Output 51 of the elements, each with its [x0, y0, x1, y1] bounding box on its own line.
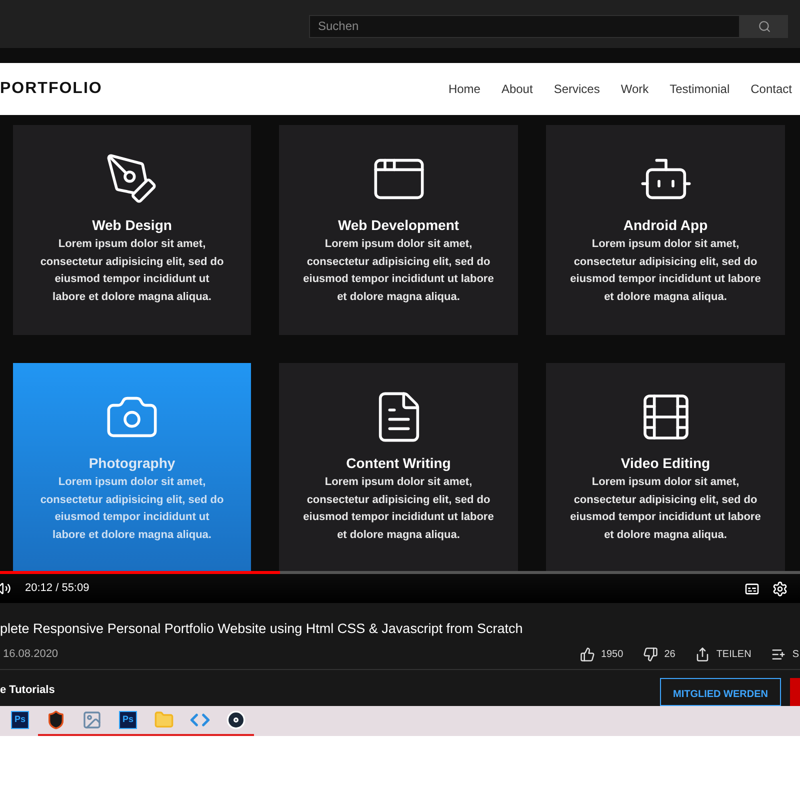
- service-description: Lorem ipsum dolor sit amet, consectetur adipisicing elit, sed do eiusmod tempor incididunt ut labore et dolore magna aliqua.: [303, 475, 494, 542]
- service-title: Web Design: [92, 216, 172, 235]
- service-title: Video Editing: [620, 454, 710, 473]
- service-card[interactable]: Web Development Lorem ipsum dolor sit amet, consectetur adipisicing elit, sed do eiusmod tempor incididunt ut labore et dolore magna aliqua.: [279, 125, 518, 335]
- service-title: Android App: [623, 216, 708, 235]
- save-button[interactable]: S: [771, 646, 799, 662]
- progress-track[interactable]: [0, 571, 800, 574]
- subtitles-icon[interactable]: [744, 580, 760, 596]
- nav-link[interactable]: Services: [554, 80, 600, 98]
- nav-link[interactable]: Testimonial: [670, 80, 730, 98]
- taskbar-app[interactable]: Ps: [2, 706, 38, 736]
- share-button[interactable]: TEILEN: [695, 646, 752, 662]
- service-description: Lorem ipsum dolor sit amet, consectetur adipisicing elit, sed do eiusmod tempor incididunt ut labore et dolore magna aliqua.: [39, 237, 225, 304]
- service-title: Content Writing: [346, 454, 451, 473]
- search-button[interactable]: [740, 14, 788, 38]
- nav-link[interactable]: About: [501, 80, 533, 98]
- dislike-button[interactable]: 26: [643, 646, 676, 662]
- volume-icon[interactable]: [0, 581, 11, 596]
- share-icon: [695, 646, 710, 662]
- thumbs-down-icon: [643, 646, 658, 662]
- nav-link[interactable]: Contact: [750, 80, 792, 98]
- channel-name: e Tutorials: [0, 683, 55, 698]
- service-description: Lorem ipsum dolor sit amet, consectetur adipisicing elit, sed do eiusmod tempor incididunt ut labore et dolore magna aliqua.: [570, 237, 761, 304]
- service-card[interactable]: Content Writing Lorem ipsum dolor sit amet, consectetur adipisicing elit, sed do eiusmod tempor incididunt ut labore et dolore magna aliqua.: [279, 363, 518, 573]
- service-card[interactable]: Android App Lorem ipsum dolor sit amet, consectetur adipisicing elit, sed do eiusmod tempor incididunt ut labore et dolore magna aliqua.: [546, 125, 785, 335]
- service-card[interactable]: Web Design Lorem ipsum dolor sit amet, consectetur adipisicing elit, sed do eiusmod tempor incididunt ut labore et dolore magna aliqua.: [13, 125, 251, 335]
- service-title: Photography: [88, 454, 176, 473]
- upload-date: 16.08.2020: [3, 646, 58, 662]
- taskbar-app[interactable]: Ps: [110, 706, 146, 736]
- folder-icon: [154, 710, 174, 730]
- shield-icon: [46, 710, 66, 730]
- service-title: Web Development: [338, 216, 460, 235]
- playlist-add-icon: [771, 646, 786, 662]
- join-button[interactable]: MITGLIED WERDEN: [660, 678, 781, 706]
- site-logo: PORTFOLIO: [0, 79, 102, 99]
- like-button[interactable]: 1950: [580, 646, 624, 662]
- search-field[interactable]: Suchen: [309, 14, 740, 38]
- service-description: Lorem ipsum dolor sit amet, consectetur adipisicing elit, sed do eiusmod tempor incididunt ut labore et dolore magna aliqua.: [39, 475, 225, 542]
- nav-link[interactable]: Work: [620, 80, 649, 98]
- nav-link[interactable]: Home: [448, 80, 480, 98]
- image-icon: [82, 710, 102, 730]
- thumbs-up-icon: [580, 646, 595, 662]
- photoshop-icon: Ps: [11, 711, 29, 729]
- service-description: Lorem ipsum dolor sit amet, consectetur adipisicing elit, sed do eiusmod tempor incididunt ut labore et dolore magna aliqua.: [303, 237, 494, 304]
- video-title: plete Responsive Personal Portfolio Website using Html CSS & Javascript from Scratch: [0, 620, 524, 638]
- service-description: Lorem ipsum dolor sit amet, consectetur adipisicing elit, sed do eiusmod tempor incididunt ut labore et dolore magna aliqua.: [570, 475, 761, 542]
- photoshop-icon: Ps: [119, 711, 137, 729]
- search-icon: [758, 20, 770, 32]
- service-card[interactable]: Video Editing Lorem ipsum dolor sit amet, consectetur adipisicing elit, sed do eiusmod tempor incididunt ut labore et dolore magna aliqua.: [546, 363, 785, 573]
- settings-icon[interactable]: [772, 580, 788, 596]
- time-display: 20:12 / 55:09: [25, 581, 90, 596]
